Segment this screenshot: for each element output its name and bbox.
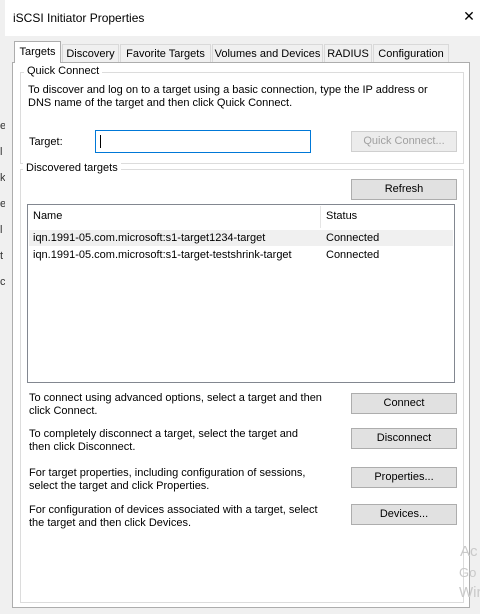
quick-connect-button[interactable]: Quick Connect...	[351, 131, 457, 152]
watermark-text: Ac	[460, 543, 478, 560]
table-row[interactable]: iqn.1991-05.com.microsoft:s1-target1234-…	[29, 230, 453, 246]
tab-configuration[interactable]: Configuration	[373, 44, 449, 62]
column-header-name[interactable]: Name	[33, 210, 62, 222]
discovered-targets-legend: Discovered targets	[23, 162, 121, 174]
window-title: iSCSI Initiator Properties	[13, 11, 145, 25]
table-row[interactable]: iqn.1991-05.com.microsoft:s1-target-test…	[29, 247, 453, 263]
connect-button[interactable]: Connect	[351, 393, 457, 414]
quick-connect-description-line1: To discover and log on to a target using…	[28, 84, 428, 96]
target-input[interactable]	[95, 130, 311, 153]
devices-description-line1: For configuration of devices associated …	[29, 504, 318, 516]
target-status-cell: Connected	[326, 232, 380, 244]
target-name-cell: iqn.1991-05.com.microsoft:s1-target1234-…	[33, 232, 266, 244]
properties-description-line2: select the target and click Properties.	[29, 480, 210, 492]
quick-connect-description-line2: DNS name of the target and then click Qu…	[28, 97, 293, 109]
watermark-text: Wir	[459, 584, 480, 601]
devices-description-line2: the target and then click Devices.	[29, 517, 192, 529]
target-status-cell: Connected	[326, 249, 380, 261]
refresh-button[interactable]: Refresh	[351, 179, 457, 200]
watermark-text: Go	[459, 565, 477, 580]
text-caret	[100, 135, 101, 148]
disconnect-description-line1: To completely disconnect a target, selec…	[29, 428, 299, 440]
properties-button[interactable]: Properties...	[351, 467, 457, 488]
column-divider[interactable]	[320, 206, 321, 228]
disconnect-button[interactable]: Disconnect	[351, 428, 457, 449]
connect-description-line1: To connect using advanced options, selec…	[29, 392, 322, 404]
tab-favorite-targets[interactable]: Favorite Targets	[120, 44, 211, 62]
devices-button[interactable]: Devices...	[351, 504, 457, 525]
target-name-cell: iqn.1991-05.com.microsoft:s1-target-test…	[33, 249, 292, 261]
close-icon[interactable]: ✕	[461, 8, 477, 24]
tab-discovery[interactable]: Discovery	[62, 44, 119, 62]
column-header-status[interactable]: Status	[326, 210, 357, 222]
connect-description-line2: click Connect.	[29, 405, 98, 417]
target-label: Target:	[29, 136, 63, 148]
disconnect-description-line2: then click Disconnect.	[29, 441, 136, 453]
tab-targets[interactable]: Targets	[14, 41, 61, 63]
tab-volumes-and-devices[interactable]: Volumes and Devices	[212, 44, 323, 62]
properties-description-line1: For target properties, including configu…	[29, 467, 306, 479]
quick-connect-legend: Quick Connect	[24, 65, 103, 77]
tab-radius[interactable]: RADIUS	[324, 44, 372, 62]
